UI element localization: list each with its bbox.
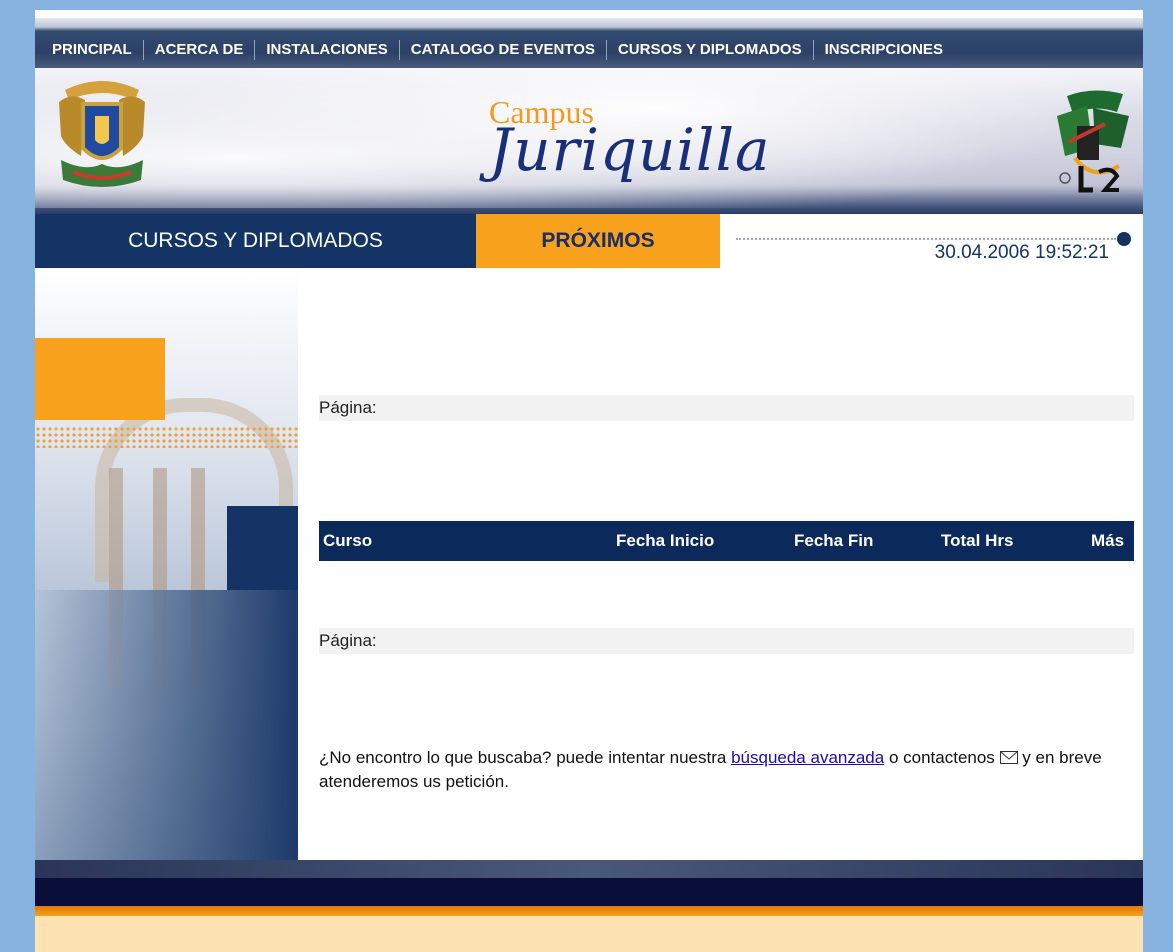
- unam-crest-logo[interactable]: [55, 76, 149, 192]
- nav-item-principal[interactable]: PRINCIPAL: [35, 40, 143, 60]
- nav-item-inscripciones[interactable]: INSCRIPCIONES: [812, 40, 954, 60]
- section-bar: CURSOS Y DIPLOMADOS PRÓXIMOS 30.04.2006 …: [35, 214, 1143, 268]
- main-content: Página: Curso Fecha Inicio Fecha Fin Tot…: [298, 268, 1143, 860]
- orange-block: [35, 338, 165, 420]
- top-navigation: PRINCIPAL ACERCA DE INSTALACIONES CATALO…: [35, 18, 1143, 68]
- navy-gradient-block: [35, 590, 298, 860]
- column-header-mas: Más: [1091, 531, 1125, 550]
- pager-bottom: Página:: [319, 628, 1134, 654]
- nav-item-catalogo-de-eventos[interactable]: CATALOGO DE EVENTOS: [398, 40, 606, 60]
- campus-juriquilla-logo[interactable]: Campus Juriquilla: [489, 96, 789, 206]
- pager-top: Página:: [319, 395, 1134, 421]
- footer-band: [35, 860, 1143, 878]
- tab-proximos[interactable]: PRÓXIMOS: [476, 214, 720, 268]
- footer-dark-bar: [35, 878, 1143, 906]
- column-header-fecha-inicio: Fecha Inicio: [616, 531, 715, 550]
- column-header-curso: Curso: [323, 531, 373, 550]
- notice-text-middle: o contactenos: [888, 748, 995, 767]
- column-header-fecha-fin: Fecha Fin: [794, 531, 874, 550]
- column-header-total-hrs: Total Hrs: [941, 531, 1014, 550]
- help-notice: ¿No encontro lo que buscaba? puede inten…: [319, 746, 1134, 794]
- dotted-band: [35, 426, 298, 448]
- dotted-divider: [736, 238, 1116, 240]
- datetime-display: 30.04.2006 19:52:21: [934, 242, 1109, 263]
- advanced-search-link[interactable]: búsqueda avanzada: [731, 748, 884, 767]
- section-info: 30.04.2006 19:52:21: [720, 214, 1143, 268]
- juriquilla-word: Juriquilla: [489, 116, 771, 184]
- navy-block: [227, 506, 298, 590]
- fca-logo[interactable]: [1047, 86, 1137, 196]
- bullet-dot-icon: [1117, 232, 1131, 246]
- footer-orange-stripe: [35, 906, 1143, 916]
- decorative-side-image: [35, 268, 298, 860]
- page-frame: PRINCIPAL ACERCA DE INSTALACIONES CATALO…: [35, 10, 1143, 952]
- nav-item-cursos-y-diplomados[interactable]: CURSOS Y DIPLOMADOS: [605, 40, 813, 60]
- section-title: CURSOS Y DIPLOMADOS: [35, 214, 476, 268]
- nav-item-instalaciones[interactable]: INSTALACIONES: [254, 40, 398, 60]
- notice-text-start: ¿No encontro lo que buscaba? puede inten…: [319, 748, 727, 767]
- nav-item-acerca-de[interactable]: ACERCA DE: [142, 40, 255, 60]
- header-banner: Campus Juriquilla: [35, 68, 1143, 214]
- footer-cream-area: [35, 916, 1143, 952]
- table-header: Curso Fecha Inicio Fecha Fin Total Hrs M…: [319, 521, 1134, 561]
- envelope-icon[interactable]: [999, 751, 1018, 764]
